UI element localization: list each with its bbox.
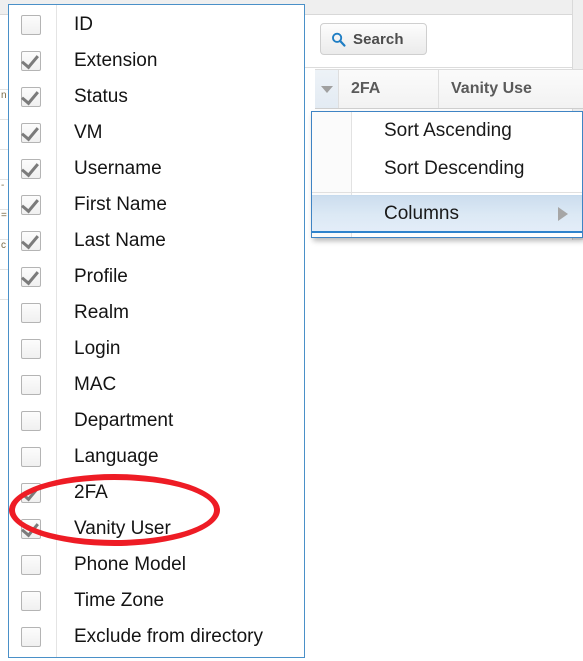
column-checkbox-label: Language [74, 446, 159, 467]
column-checkbox-label: Phone Model [74, 554, 186, 575]
chevron-down-icon [320, 85, 333, 93]
grid-header-row: 2FA Vanity Use [315, 69, 583, 109]
checkbox-checked-icon[interactable] [21, 483, 41, 503]
column-checkbox-item[interactable]: Department [9, 403, 304, 439]
column-checkbox-item[interactable]: MAC [9, 367, 304, 403]
column-checkbox-item[interactable]: Last Name [9, 223, 304, 259]
column-checkbox-item[interactable]: Time Zone [9, 583, 304, 619]
column-checkbox-label: Last Name [74, 230, 166, 251]
column-checkbox-item[interactable]: Login [9, 331, 304, 367]
column-checkbox-label: VM [74, 122, 103, 143]
menu-item-label: Sort Ascending [384, 120, 512, 141]
column-checkbox-item[interactable]: First Name [9, 187, 304, 223]
column-checkbox-item[interactable]: Username [9, 151, 304, 187]
column-checkbox-label: Time Zone [74, 590, 165, 611]
column-checkbox-item[interactable]: Exclude from directory [9, 619, 304, 655]
menu-item-columns[interactable]: Columns [312, 195, 582, 233]
column-checkbox-label: Department [74, 410, 174, 431]
checkbox-unchecked-icon[interactable] [21, 411, 41, 431]
column-header-vanity-user[interactable]: Vanity Use [439, 70, 583, 108]
column-checkbox-item[interactable]: VM [9, 115, 304, 151]
column-checkbox-label: Extension [74, 50, 158, 71]
column-menu-trigger[interactable] [315, 70, 339, 108]
column-checkbox-label: ID [74, 14, 93, 35]
columns-checkbox-list: ID Extension Status VM Username First Name Las… [9, 5, 304, 655]
column-checkbox-label: Realm [74, 302, 129, 323]
column-checkbox-item[interactable]: Vanity User [9, 511, 304, 547]
menu-item-list: Sort Ascending Sort Descending Columns [312, 112, 582, 233]
column-context-menu: Sort Ascending Sort Descending Columns [311, 111, 583, 238]
menu-item-label: Sort Descending [384, 158, 525, 179]
checkbox-unchecked-icon[interactable] [21, 303, 41, 323]
column-checkbox-item[interactable]: Extension [9, 43, 304, 79]
column-checkbox-label: Vanity User [74, 518, 171, 539]
checkbox-checked-icon[interactable] [21, 519, 41, 539]
checkbox-unchecked-icon[interactable] [21, 591, 41, 611]
menu-item-sort-ascending[interactable]: Sort Ascending [312, 112, 582, 150]
checkbox-checked-icon[interactable] [21, 51, 41, 71]
checkbox-unchecked-icon[interactable] [21, 447, 41, 467]
menu-separator [312, 192, 582, 193]
column-checkbox-label: Status [74, 86, 128, 107]
menu-item-sort-descending[interactable]: Sort Descending [312, 150, 582, 188]
column-checkbox-label: MAC [74, 374, 117, 395]
checkbox-checked-icon[interactable] [21, 87, 41, 107]
grid-body-area [300, 240, 583, 661]
column-checkbox-item[interactable]: ID [9, 7, 304, 43]
checkbox-checked-icon[interactable] [21, 267, 41, 287]
checkbox-unchecked-icon[interactable] [21, 555, 41, 575]
search-icon [332, 32, 346, 47]
column-checkbox-item[interactable]: Language [9, 439, 304, 475]
column-checkbox-item[interactable]: Phone Model [9, 547, 304, 583]
search-button[interactable]: Search [320, 23, 427, 55]
checkbox-unchecked-icon[interactable] [21, 375, 41, 395]
column-checkbox-label: First Name [74, 194, 167, 215]
checkbox-unchecked-icon[interactable] [21, 15, 41, 35]
column-checkbox-label: Username [74, 158, 162, 179]
checkbox-checked-icon[interactable] [21, 195, 41, 215]
menu-item-label: Columns [384, 202, 459, 224]
column-checkbox-label: Login [74, 338, 121, 359]
columns-submenu-panel: ID Extension Status VM Username First Name Las… [8, 4, 305, 658]
checkbox-unchecked-icon[interactable] [21, 627, 41, 647]
column-checkbox-label: Exclude from directory [74, 626, 264, 647]
checkbox-checked-icon[interactable] [21, 123, 41, 143]
column-checkbox-item[interactable]: Profile [9, 259, 304, 295]
column-checkbox-item[interactable]: Realm [9, 295, 304, 331]
column-checkbox-item[interactable]: 2FA [9, 475, 304, 511]
checkbox-unchecked-icon[interactable] [21, 339, 41, 359]
column-header-2fa[interactable]: 2FA [339, 70, 439, 108]
search-button-label: Search [353, 30, 404, 48]
column-checkbox-item[interactable]: Status [9, 79, 304, 115]
caret-right-icon [558, 206, 568, 221]
column-checkbox-label: Profile [74, 266, 128, 287]
checkbox-checked-icon[interactable] [21, 231, 41, 251]
column-checkbox-label: 2FA [74, 482, 108, 503]
checkbox-checked-icon[interactable] [21, 159, 41, 179]
